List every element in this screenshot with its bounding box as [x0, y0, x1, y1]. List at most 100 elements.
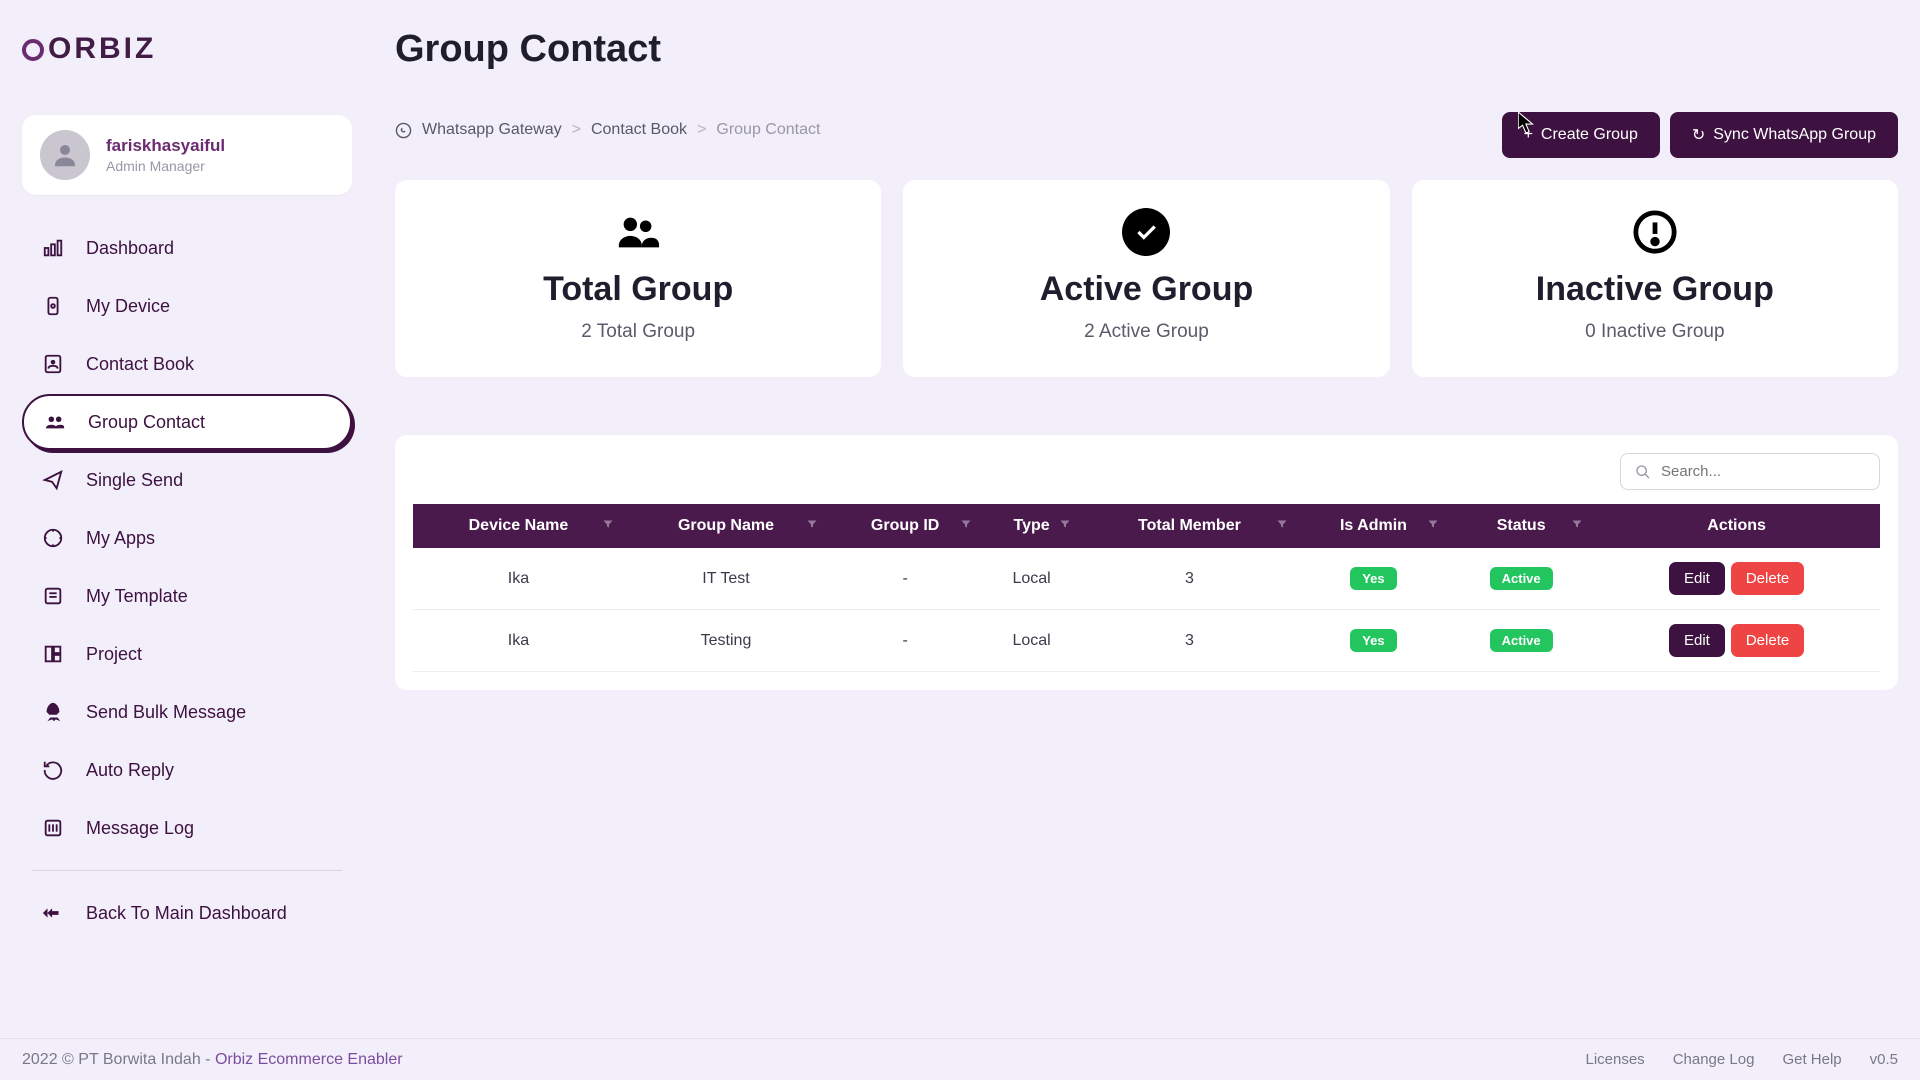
column-device-name[interactable]: Device Name	[413, 504, 624, 548]
cell-device: Ika	[413, 610, 624, 672]
sidebar-item-label: My Apps	[86, 528, 155, 549]
edit-button[interactable]: Edit	[1669, 562, 1725, 595]
cell-members: 3	[1081, 548, 1298, 610]
card-subtitle: 2 Active Group	[1084, 321, 1209, 343]
sidebar-item-my-device[interactable]: My Device	[22, 278, 352, 334]
footer-brand-link[interactable]: Orbiz Ecommerce Enabler	[215, 1051, 403, 1068]
search-input[interactable]	[1661, 463, 1865, 480]
sidebar-back-link[interactable]: Back To Main Dashboard	[22, 885, 352, 941]
column-total-member[interactable]: Total Member	[1081, 504, 1298, 548]
column-is-admin[interactable]: Is Admin	[1298, 504, 1449, 548]
breadcrumb-2: Group Contact	[716, 121, 820, 139]
footer-link-v0-5[interactable]: v0.5	[1870, 1051, 1898, 1068]
sidebar-item-label: Contact Book	[86, 354, 194, 375]
sync-icon: ↻	[1692, 125, 1705, 145]
column-group-name[interactable]: Group Name	[624, 504, 828, 548]
avatar-icon	[50, 140, 80, 170]
table-row: IkaTesting-Local3YesActiveEditDelete	[413, 610, 1880, 672]
search-icon	[1635, 464, 1651, 480]
sidebar-item-label: My Device	[86, 296, 170, 317]
search-box[interactable]	[1620, 453, 1880, 490]
sidebar-item-auto-reply[interactable]: Auto Reply	[22, 742, 352, 798]
cell-admin: Yes	[1298, 610, 1449, 672]
delete-button[interactable]: Delete	[1731, 624, 1804, 657]
column-status[interactable]: Status	[1449, 504, 1593, 548]
sidebar-item-my-apps[interactable]: My Apps	[22, 510, 352, 566]
card-subtitle: 0 Inactive Group	[1585, 321, 1724, 343]
sidebar-item-label: Single Send	[86, 470, 183, 491]
rocket-icon	[42, 701, 64, 723]
check-circle-icon	[1122, 208, 1170, 256]
sidebar-item-label: Send Bulk Message	[86, 702, 246, 723]
plus-icon: +	[1524, 126, 1533, 144]
cell-group: Testing	[624, 610, 828, 672]
card-title: Total Group	[543, 270, 733, 309]
stat-cards: Total Group 2 Total Group Active Group 2…	[395, 180, 1898, 377]
edit-button[interactable]: Edit	[1669, 624, 1725, 657]
group-icon	[44, 411, 66, 433]
column-actions[interactable]: Actions	[1593, 504, 1880, 548]
filter-icon[interactable]	[602, 517, 614, 535]
create-group-button[interactable]: + Create Group	[1502, 112, 1660, 158]
column-type[interactable]: Type	[982, 504, 1081, 548]
logo-circle-icon	[22, 39, 44, 61]
filter-icon[interactable]	[1427, 517, 1439, 535]
sidebar-item-project[interactable]: Project	[22, 626, 352, 682]
sidebar-item-group-contact[interactable]: Group Contact	[22, 394, 352, 450]
breadcrumb-sep: >	[572, 121, 581, 139]
column-group-id[interactable]: Group ID	[828, 504, 982, 548]
template-icon	[42, 585, 64, 607]
filter-icon[interactable]	[806, 517, 818, 535]
filter-icon[interactable]	[1059, 517, 1071, 535]
avatar	[40, 130, 90, 180]
sidebar-item-contact-book[interactable]: Contact Book	[22, 336, 352, 392]
user-card[interactable]: fariskhasyaiful Admin Manager	[22, 115, 352, 195]
breadcrumb-0[interactable]: Whatsapp Gateway	[422, 121, 562, 139]
sync-group-label: Sync WhatsApp Group	[1713, 126, 1876, 144]
footer-link-change-log[interactable]: Change Log	[1673, 1051, 1755, 1068]
badge-yes: Yes	[1350, 629, 1396, 652]
badge-yes: Yes	[1350, 567, 1396, 590]
send-icon	[42, 469, 64, 491]
footer-link-licenses[interactable]: Licenses	[1585, 1051, 1644, 1068]
chart-icon	[42, 237, 64, 259]
breadcrumb-1[interactable]: Contact Book	[591, 121, 687, 139]
footer: 2022 © PT Borwita Indah - Orbiz Ecommerc…	[0, 1038, 1920, 1080]
reply-all-icon	[42, 902, 64, 924]
page-title: Group Contact	[395, 28, 661, 71]
sidebar-item-message-log[interactable]: Message Log	[22, 800, 352, 856]
sync-group-button[interactable]: ↻ Sync WhatsApp Group	[1670, 112, 1898, 158]
contact-icon	[42, 353, 64, 375]
sidebar-item-my-template[interactable]: My Template	[22, 568, 352, 624]
card-active-group: Active Group 2 Active Group	[903, 180, 1389, 377]
sidebar-item-send-bulk-message[interactable]: Send Bulk Message	[22, 684, 352, 740]
footer-link-get-help[interactable]: Get Help	[1782, 1051, 1841, 1068]
table-row: IkaIT Test-Local3YesActiveEditDelete	[413, 548, 1880, 610]
sidebar-item-label: Project	[86, 644, 142, 665]
brand-logo[interactable]: ORBIZ	[22, 32, 156, 66]
filter-icon[interactable]	[1276, 517, 1288, 535]
user-name: fariskhasyaiful	[106, 136, 225, 156]
sidebar-item-label: Dashboard	[86, 238, 174, 259]
cell-device: Ika	[413, 548, 624, 610]
action-button-row: + Create Group ↻ Sync WhatsApp Group	[1502, 112, 1898, 158]
filter-icon[interactable]	[960, 517, 972, 535]
cell-admin: Yes	[1298, 548, 1449, 610]
sidebar: Dashboard My Device Contact Book Group Cont…	[22, 220, 352, 943]
footer-copyright: 2022 © PT Borwita Indah -	[22, 1051, 215, 1068]
card-title: Inactive Group	[1536, 270, 1774, 309]
sidebar-item-single-send[interactable]: Single Send	[22, 452, 352, 508]
filter-icon[interactable]	[1571, 517, 1583, 535]
sidebar-item-label: Message Log	[86, 818, 194, 839]
users-icon	[614, 208, 662, 256]
user-role: Admin Manager	[106, 158, 225, 174]
card-subtitle: 2 Total Group	[581, 321, 695, 343]
sidebar-item-dashboard[interactable]: Dashboard	[22, 220, 352, 276]
delete-button[interactable]: Delete	[1731, 562, 1804, 595]
group-table: Device NameGroup NameGroup IDTypeTotal M…	[413, 504, 1880, 672]
reply-icon	[42, 759, 64, 781]
cell-gid: -	[828, 610, 982, 672]
group-table-panel: Device NameGroup NameGroup IDTypeTotal M…	[395, 435, 1898, 690]
cell-actions: EditDelete	[1593, 610, 1880, 672]
log-icon	[42, 817, 64, 839]
